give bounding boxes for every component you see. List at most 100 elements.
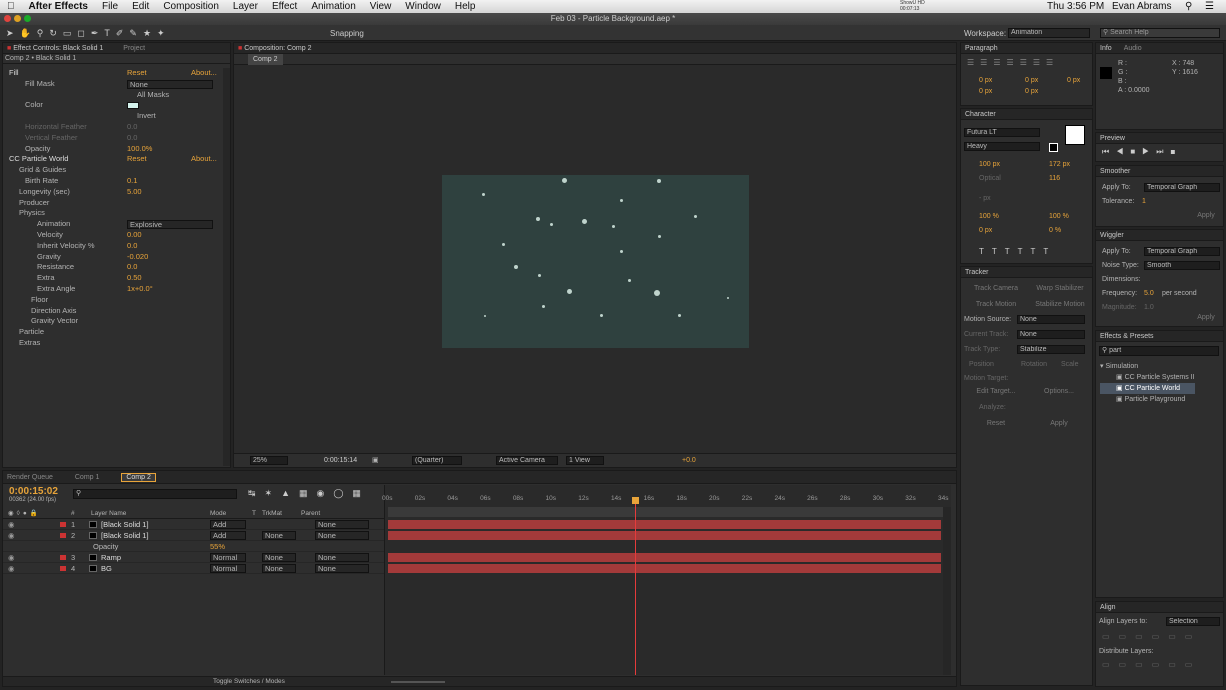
effect-property-row[interactable]: Color — [3, 100, 225, 111]
layer-duration-bar[interactable] — [388, 564, 941, 573]
playhead-line[interactable] — [631, 497, 639, 675]
snapshot-icon[interactable]: ▣ — [372, 454, 379, 467]
layer-property-row[interactable]: Opacity 55% — [3, 541, 384, 552]
trkmat-select[interactable]: None — [262, 564, 296, 573]
smoother-apply-button[interactable]: Apply — [1192, 212, 1220, 219]
track-type-select[interactable]: Stabilize — [1017, 345, 1085, 354]
playback-controls[interactable]: ⏮◀■▶⏭◼ — [1102, 147, 1182, 157]
tool-icons[interactable]: ➤✋⚲↻▭◻✒T✐✎★✦ — [6, 28, 171, 39]
label-color-swatch[interactable] — [60, 555, 66, 560]
effect-property-value[interactable]: All Masks — [137, 90, 169, 101]
space-after-value[interactable]: 0 px — [1025, 88, 1038, 95]
kerning-value[interactable]: Optical — [979, 175, 1001, 182]
comp-2-tab[interactable]: Comp 2 — [121, 473, 156, 482]
layer-name[interactable]: BG — [101, 563, 112, 574]
character-tab[interactable]: Character — [965, 111, 996, 118]
timeline-search-input[interactable]: ⚲ — [73, 489, 237, 499]
effect-property-value[interactable]: None — [127, 79, 213, 89]
mode-select[interactable]: Normal — [210, 564, 246, 573]
composition-viewer-canvas[interactable] — [442, 175, 749, 348]
tracker-reset-button[interactable]: Reset — [967, 420, 1025, 427]
font-style-select[interactable]: Heavy — [964, 142, 1040, 151]
effects-search-input[interactable]: ⚲ part — [1099, 346, 1219, 356]
effect-property-row[interactable]: Particle — [3, 327, 225, 338]
effect-property-value[interactable]: Reset — [127, 154, 147, 165]
indent-first-value[interactable]: 0 px — [1067, 77, 1080, 84]
align-buttons[interactable]: ▭▭▭▭▭▭ — [1102, 632, 1201, 641]
effect-property-row[interactable]: All Masks — [3, 90, 225, 101]
effect-property-row[interactable]: Gravity -0.020 — [3, 252, 225, 263]
tracker-apply-button[interactable]: Apply — [1033, 420, 1085, 427]
effect-property-row[interactable]: Birth Rate 0.1 — [3, 176, 225, 187]
leading-value[interactable]: 172 px — [1049, 161, 1070, 168]
frequency-value[interactable]: 5.0 — [1144, 290, 1154, 297]
effect-property-value[interactable]: 0.50 — [127, 273, 142, 284]
vertical-scale-value[interactable]: 100 % — [979, 213, 999, 220]
tracking-value[interactable]: 116 — [1049, 175, 1060, 182]
align-to-select[interactable]: Selection — [1166, 617, 1220, 626]
timeline-scrollbar[interactable] — [943, 507, 951, 675]
space-before-value[interactable]: 0 px — [979, 88, 992, 95]
layer-duration-bar[interactable] — [388, 553, 941, 562]
effect-property-row[interactable]: Direction Axis — [3, 306, 225, 317]
camera-select[interactable]: Active Camera — [496, 456, 558, 465]
effect-property-row[interactable]: Grid & Guides — [3, 165, 225, 176]
position-checkbox[interactable]: Position — [969, 361, 994, 368]
effect-property-value[interactable]: Explosive — [127, 220, 213, 230]
effects-presets-tab[interactable]: Effects & Presets — [1100, 333, 1154, 340]
menu-help[interactable]: Help — [448, 1, 483, 12]
tsume-value[interactable]: 0 % — [1049, 227, 1061, 234]
timeline-switch-icons[interactable]: ↹✶▲▦◉◯▦ — [248, 488, 370, 499]
layer-name[interactable]: [Black Solid 1] — [101, 530, 149, 541]
rotation-checkbox[interactable]: Rotation — [1021, 361, 1047, 368]
effect-property-row[interactable]: Fill Reset About... — [3, 68, 225, 79]
effect-property-row[interactable]: Extra Angle 1x+0.0° — [3, 284, 225, 295]
app-name[interactable]: After Effects — [22, 1, 95, 12]
effect-property-value[interactable]: 100.0% — [127, 144, 152, 155]
effect-property-value[interactable]: 0.0 — [127, 241, 137, 252]
visibility-eye-icon[interactable]: ◉ — [8, 552, 15, 563]
panel-lock-icon[interactable]: ■ — [7, 45, 11, 52]
track-motion-button[interactable]: Track Motion — [967, 301, 1025, 308]
effect-property-value[interactable]: 0.0 — [127, 262, 137, 273]
zoom-select[interactable]: 25% — [250, 456, 288, 465]
text-style-buttons[interactable]: TTTTTT — [979, 247, 1056, 256]
label-color-swatch[interactable] — [60, 566, 66, 571]
timeline-current-time[interactable]: 0:00:15:02 — [9, 486, 58, 497]
comp-1-tab[interactable]: Comp 1 — [75, 474, 100, 481]
zoom-slider[interactable] — [391, 681, 445, 683]
zoom-window-icon[interactable] — [24, 15, 31, 22]
clock[interactable]: Thu 3:56 PM — [1040, 1, 1111, 12]
paragraph-align-icons[interactable]: ☰☰☰☰☰☰☰ — [967, 58, 1059, 67]
effect-controls-tab[interactable]: Effect Controls: Black Solid 1 — [13, 45, 103, 52]
view-layout-select[interactable]: 1 View — [566, 456, 604, 465]
effect-property-value[interactable]: Invert — [137, 111, 156, 122]
tolerance-value[interactable]: 1 — [1142, 198, 1146, 205]
effect-property-row[interactable]: Extra 0.50 — [3, 273, 225, 284]
indent-left-value[interactable]: 0 px — [979, 77, 992, 84]
search-help-input[interactable]: ⚲ Search Help — [1100, 28, 1220, 38]
color-swatch[interactable] — [127, 102, 139, 110]
layer-row[interactable]: ◉ 1 [Black Solid 1] Add None — [3, 519, 384, 530]
font-size-value[interactable]: 100 px — [979, 161, 1000, 168]
effect-property-row[interactable]: Opacity 100.0% — [3, 144, 225, 155]
minimize-window-icon[interactable] — [14, 15, 21, 22]
effect-item-selected[interactable]: ▣ CC Particle World — [1100, 383, 1195, 394]
effect-property-row[interactable]: Velocity 0.00 — [3, 230, 225, 241]
label-color-swatch[interactable] — [60, 522, 66, 527]
horizontal-scale-value[interactable]: 100 % — [1049, 213, 1069, 220]
list-icon[interactable]: ☰ — [1198, 1, 1221, 12]
trkmat-select[interactable]: None — [262, 531, 296, 540]
composition-tab[interactable]: Composition: Comp 2 — [244, 45, 311, 52]
menu-view[interactable]: View — [363, 1, 399, 12]
effect-property-row[interactable]: Fill Mask None — [3, 79, 225, 90]
menu-edit[interactable]: Edit — [125, 1, 156, 12]
about-link[interactable]: About... — [191, 68, 217, 79]
mode-select[interactable]: Add — [210, 531, 246, 540]
workspace-select[interactable]: Animation — [1008, 28, 1090, 38]
noise-type-select[interactable]: Smooth — [1144, 261, 1220, 270]
wiggler-apply-button[interactable]: Apply — [1192, 314, 1220, 321]
smoother-apply-to-select[interactable]: Temporal Graph — [1144, 183, 1220, 192]
showu-indicator[interactable]: ShowU HD 00:07:13 — [900, 0, 925, 12]
info-tab[interactable]: Info — [1100, 45, 1112, 52]
